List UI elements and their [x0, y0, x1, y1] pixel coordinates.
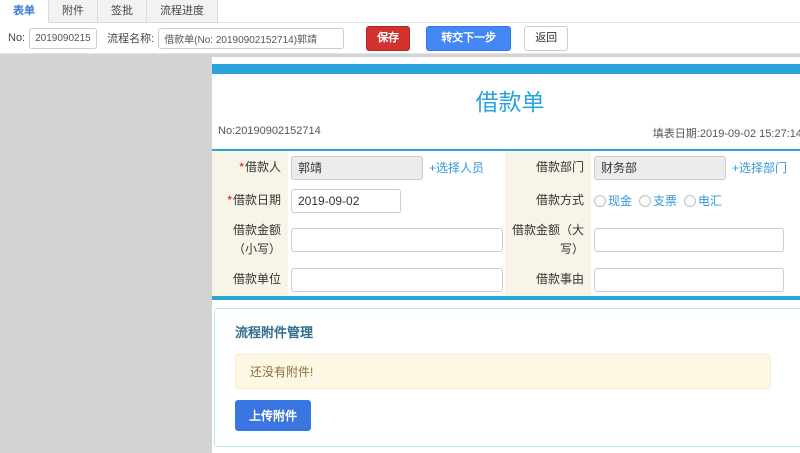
borrow-unit-label: 借款单位	[212, 263, 288, 297]
borrower-label: *借款人	[212, 151, 288, 184]
radio-cheque-circle[interactable]	[639, 194, 652, 207]
form-panel: 借款单 No:20190902152714 填表日期:2019-09-02 15…	[212, 57, 800, 453]
no-label: No:	[8, 32, 26, 44]
panel-accent-bar	[212, 64, 800, 74]
process-name-label: 流程名称:	[107, 33, 155, 45]
borrow-reason-input[interactable]	[594, 267, 784, 292]
department-input[interactable]	[594, 155, 726, 180]
tab-attachments[interactable]: 附件	[49, 0, 98, 23]
process-name-input[interactable]	[158, 27, 345, 49]
upload-attachment-button[interactable]: 上传附件	[235, 400, 312, 432]
next-step-button[interactable]: 转交下一步	[426, 25, 512, 51]
borrower-input[interactable]	[291, 155, 423, 180]
loan-form-grid: *借款人 +选择人员 借款部门 +选择部门 *借款日期 借款方式	[212, 149, 800, 297]
radio-wire-transfer[interactable]: 电汇	[684, 192, 722, 209]
amount-small-input[interactable]	[291, 228, 503, 253]
department-label: 借款部门	[505, 151, 591, 184]
save-button[interactable]: 保存	[366, 25, 411, 51]
main-area: 借款单 No:20190902152714 填表日期:2019-09-02 15…	[0, 54, 800, 453]
borrow-date-input[interactable]	[291, 188, 401, 213]
back-button[interactable]: 返回	[524, 25, 569, 51]
tab-bar: 表单 附件 签批 流程进度	[0, 0, 800, 23]
amount-small-label: 借款金额（小写）	[212, 217, 288, 264]
no-input[interactable]	[29, 27, 98, 49]
attachments-panel: 流程附件管理 还没有附件! 上传附件	[214, 308, 800, 448]
borrow-method-label: 借款方式	[505, 184, 591, 217]
no-attachments-notice: 还没有附件!	[235, 354, 771, 390]
form-date-text: 填表日期:2019-09-02 15:27:14	[652, 128, 800, 140]
borrow-unit-input[interactable]	[291, 267, 503, 292]
amount-big-input[interactable]	[594, 228, 784, 253]
radio-wire-circle[interactable]	[684, 194, 697, 207]
radio-cash-circle[interactable]	[594, 194, 606, 207]
toolbar: No: 流程名称: 保存 转交下一步 返回	[0, 23, 800, 54]
select-personnel-link[interactable]: +选择人员	[429, 159, 484, 176]
page-title: 借款单	[475, 89, 545, 115]
borrow-date-label: *借款日期	[212, 184, 288, 217]
attachments-title: 流程附件管理	[235, 325, 314, 341]
required-asterisk: *	[227, 192, 232, 207]
tab-form[interactable]: 表单	[0, 0, 49, 23]
tab-process-progress[interactable]: 流程进度	[147, 0, 218, 23]
amount-big-label: 借款金额（大写）	[505, 217, 591, 264]
form-bottom-accent-bar	[212, 296, 800, 301]
tab-approval[interactable]: 签批	[98, 0, 147, 23]
borrow-reason-label: 借款事由	[505, 263, 591, 297]
radio-cash[interactable]: 现金	[594, 192, 632, 209]
select-department-link[interactable]: +选择部门	[732, 159, 787, 176]
required-asterisk: *	[239, 159, 244, 174]
radio-cheque[interactable]: 支票	[639, 192, 677, 209]
form-no-text: No:20190902152714	[218, 125, 321, 137]
